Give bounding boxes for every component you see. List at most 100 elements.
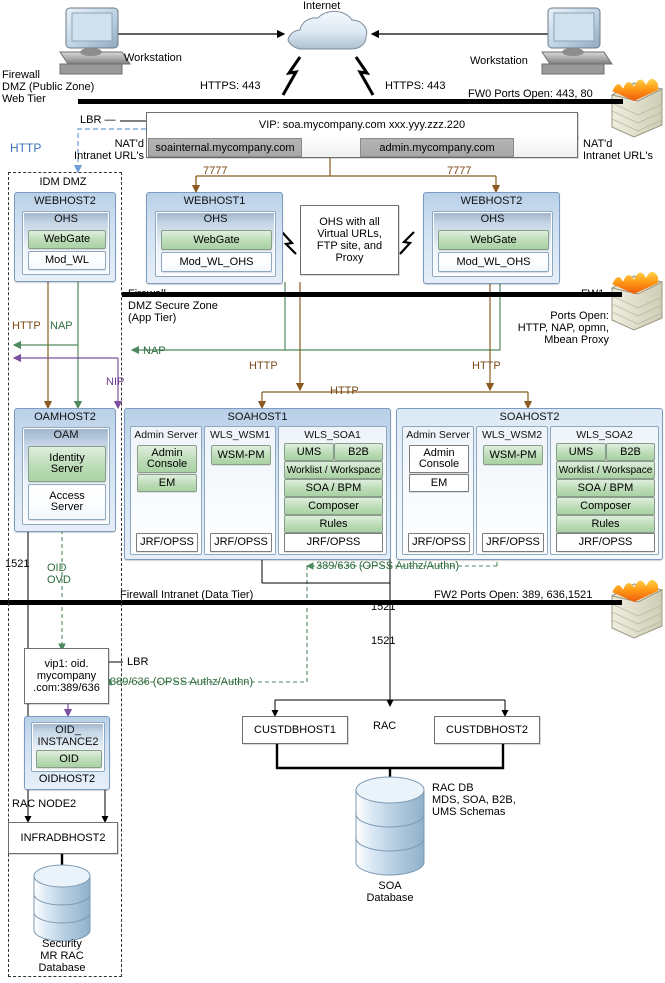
column-admin-server[interactable]: Admin Server Admin Console EM JRF/OPSS	[402, 426, 474, 555]
fw0-ports-label: FW0 Ports Open: 443, 80	[468, 88, 593, 100]
component-b2b[interactable]: B2B	[606, 443, 655, 461]
host-custdbhost1[interactable]: CUSTDBHOST1	[242, 716, 348, 744]
host-title: OAMHOST2	[34, 411, 96, 423]
component-jrf-opss[interactable]: JRF/OPSS	[210, 533, 272, 552]
https-label-right: HTTPS: 443	[385, 80, 446, 92]
server-oid-instance[interactable]: OID_ INSTANCE2 OID	[31, 722, 105, 772]
workstation-icon-left	[59, 7, 131, 75]
host-oamhost2[interactable]: OAMHOST2 OAM Identity Server Access Serv…	[14, 408, 116, 532]
column-wls-wsm2[interactable]: WLS_WSM2 WSM-PM JRF/OPSS	[476, 426, 548, 555]
component-worklist-workspace[interactable]: Worklist / Workspace	[556, 461, 655, 479]
component-worklist-workspace[interactable]: Worklist / Workspace	[284, 461, 383, 479]
component-wsm-pm[interactable]: WSM-PM	[211, 445, 271, 465]
component-em[interactable]: EM	[137, 474, 197, 492]
column-title: Admin Server	[134, 429, 198, 441]
protocol-http-center: HTTP	[330, 385, 359, 397]
column-wls-soa2[interactable]: WLS_SOA2 UMS B2B Worklist / Workspace SO…	[550, 426, 659, 555]
component-ums[interactable]: UMS	[284, 443, 334, 461]
host-title: SOAHOST1	[227, 411, 288, 423]
host-webhost1[interactable]: WEBHOST1 OHS WebGate Mod_WL_OHS	[146, 192, 283, 284]
fw1-name-label: FW1	[581, 288, 605, 300]
component-webgate[interactable]: WebGate	[438, 230, 549, 250]
host-title: WEBHOST2	[34, 195, 96, 207]
server-ohs[interactable]: OHS WebGate Mod_WL_OHS	[155, 211, 276, 277]
diagram-canvas: Internet Workstation Workstation HTTPS: …	[0, 0, 665, 983]
rac-label: RAC	[373, 720, 397, 732]
nat-label-left: NAT'd Intranet URL's	[74, 138, 144, 162]
host-title: SOAHOST2	[499, 411, 560, 423]
component-jrf-opss[interactable]: JRF/OPSS	[408, 533, 470, 552]
server-title: OHS	[54, 213, 78, 225]
server-title: OHS	[203, 213, 228, 225]
workstation-icon-right	[541, 7, 613, 75]
component-admin-console[interactable]: Admin Console	[137, 445, 197, 473]
vip-bar: VIP: soa.mycompany.com xxx.yyy.zzz.220	[146, 112, 578, 138]
column-title: WLS_WSM1	[209, 429, 271, 441]
component-modwlohs[interactable]: Mod_WL_OHS	[161, 252, 272, 272]
lbr-oid-label: LBR	[127, 656, 149, 668]
host-soahost2[interactable]: SOAHOST2 Admin Server Admin Console EM J…	[396, 408, 663, 560]
component-webgate[interactable]: WebGate	[161, 230, 272, 250]
soa-db-caption: SOA Database	[366, 880, 414, 904]
server-ohs[interactable]: OHS WebGate Mod_WL_OHS	[432, 211, 553, 277]
component-rules[interactable]: Rules	[284, 515, 383, 533]
server-title: OAM	[53, 429, 79, 441]
component-jrf-opss[interactable]: JRF/OPSS	[482, 533, 544, 552]
server-title: OID_ INSTANCE2	[37, 724, 99, 748]
column-title: WLS_SOA2	[576, 429, 633, 441]
component-access-server[interactable]: Access Server	[28, 484, 106, 520]
component-identity-server[interactable]: Identity Server	[28, 446, 106, 482]
component-jrf-opss[interactable]: JRF/OPSS	[556, 533, 655, 552]
component-jrf-opss[interactable]: JRF/OPSS	[284, 533, 383, 552]
admin-url[interactable]: admin.mycompany.com	[360, 138, 514, 157]
soainternal-url[interactable]: soainternal.mycompany.com	[148, 138, 302, 157]
component-admin-console[interactable]: Admin Console	[409, 445, 469, 473]
component-composer[interactable]: Composer	[556, 497, 655, 515]
component-ums[interactable]: UMS	[556, 443, 606, 461]
component-modwl[interactable]: Mod_WL	[28, 251, 106, 270]
component-wsm-pm[interactable]: WSM-PM	[483, 445, 543, 465]
port-1521-below: 1521	[371, 635, 396, 647]
host-custdbhost2[interactable]: CUSTDBHOST2	[434, 716, 540, 744]
component-soa-bpm[interactable]: SOA / BPM	[284, 479, 383, 497]
port-1521-above: 1521	[371, 601, 396, 613]
host-webhost2-web[interactable]: WEBHOST2 OHS WebGate Mod_WL_OHS	[423, 192, 560, 284]
firewall-icon-fw1	[610, 271, 664, 331]
component-b2b[interactable]: B2B	[334, 443, 383, 461]
server-title: OHS	[480, 213, 505, 225]
host-soahost1[interactable]: SOAHOST1 Admin Server Admin Console EM J…	[124, 408, 391, 560]
host-oidhost2[interactable]: OID_ INSTANCE2 OID OIDHOST2	[24, 716, 110, 790]
host-title: WEBHOST1	[183, 195, 246, 207]
server-oam[interactable]: OAM Identity Server Access Server	[22, 427, 110, 525]
ohs-virtual-urls-note: OHS with all Virtual URLs, FTP site, and…	[300, 205, 399, 275]
internet-label: Internet	[303, 0, 341, 12]
column-wls-soa1[interactable]: WLS_SOA1 UMS B2B Worklist / Workspace SO…	[278, 426, 387, 555]
column-title: Admin Server	[406, 429, 470, 441]
soa-database-icon	[355, 776, 425, 876]
firewall-icon-fw2	[610, 579, 664, 639]
opss-label-top: 389/636 (OPSS Authz/Authn)	[316, 560, 460, 572]
server-ohs[interactable]: OHS WebGate Mod_WL	[22, 211, 110, 275]
component-rules[interactable]: Rules	[556, 515, 655, 533]
idm-dmz-zone	[8, 172, 122, 977]
component-em[interactable]: EM	[409, 474, 469, 492]
component-jrf-opss[interactable]: JRF/OPSS	[136, 533, 198, 552]
protocol-http-soa1: HTTP	[249, 360, 278, 372]
workstation-label-right: Workstation	[470, 55, 528, 67]
soa-db-note: RAC DB MDS, SOA, B2B, UMS Schemas	[432, 782, 516, 818]
component-oid[interactable]: OID	[36, 750, 102, 768]
fw2-ports-label: FW2 Ports Open: 389, 636,1521	[434, 589, 593, 601]
column-title: WLS_WSM2	[481, 429, 543, 441]
workstation-label-left: Workstation	[124, 52, 182, 64]
component-webgate[interactable]: WebGate	[28, 230, 106, 249]
host-infradbhost2[interactable]: INFRADBHOST2	[8, 822, 118, 854]
host-webhost2-idm[interactable]: WEBHOST2 OHS WebGate Mod_WL	[14, 192, 116, 282]
port-7777-left: 7777	[203, 165, 228, 177]
component-soa-bpm[interactable]: SOA / BPM	[556, 479, 655, 497]
component-composer[interactable]: Composer	[284, 497, 383, 515]
column-wls-wsm1[interactable]: WLS_WSM1 WSM-PM JRF/OPSS	[204, 426, 276, 555]
component-modwlohs[interactable]: Mod_WL_OHS	[438, 252, 549, 272]
fw1-ports-label: Ports Open: HTTP, NAP, opmn, Mbean Proxy	[517, 310, 609, 346]
opss-label-bottom: 389/636 (OPSS Authz/Authn)	[110, 676, 254, 688]
column-admin-server[interactable]: Admin Server Admin Console EM JRF/OPSS	[130, 426, 202, 555]
